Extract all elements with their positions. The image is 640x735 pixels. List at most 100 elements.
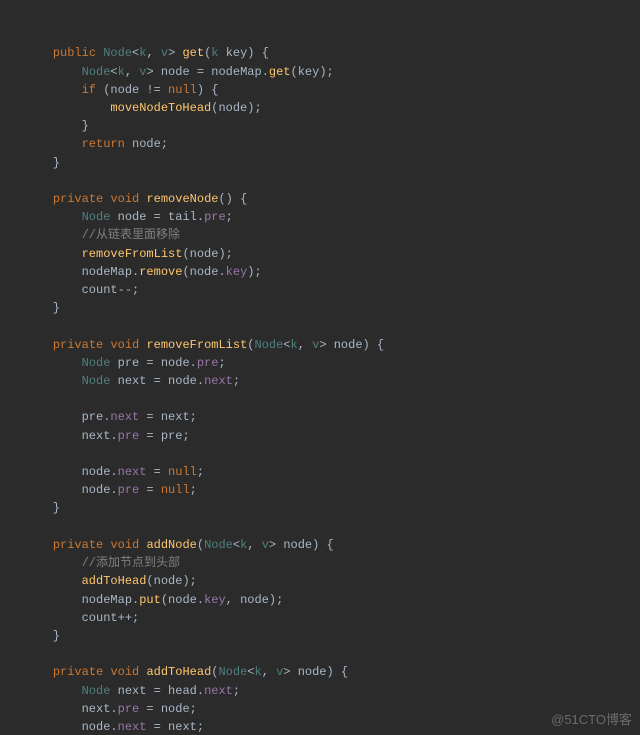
code-line: private void addToHead(Node<k, v> node) … — [24, 663, 640, 681]
token-id: key — [226, 46, 248, 60]
token-type: k — [139, 46, 146, 60]
token-id: nodeMap — [82, 265, 132, 279]
token-type: Node — [218, 665, 247, 679]
token-fn: removeNode — [146, 192, 218, 206]
token-var: pre — [204, 210, 226, 224]
token-id: pre — [161, 429, 183, 443]
code-body: public Node<k, v> get(k key) { Node<k, v… — [24, 44, 640, 735]
token-id: next — [82, 429, 111, 443]
token-id: next — [161, 410, 190, 424]
token-kw: null — [168, 83, 197, 97]
token-fn: get — [182, 46, 204, 60]
token-fn: removeFromList — [146, 338, 247, 352]
token-id: node — [161, 356, 190, 370]
token-id: node — [168, 593, 197, 607]
token-var: pre — [118, 429, 140, 443]
token-id: pre — [118, 356, 140, 370]
token-type: v — [312, 338, 319, 352]
token-id: node — [298, 665, 327, 679]
code-line: removeFromList(node); — [24, 245, 640, 263]
token-kw: null — [168, 465, 197, 479]
code-line: } — [24, 117, 640, 135]
token-id: node — [161, 65, 190, 79]
token-id: node — [161, 702, 190, 716]
code-line: next.pre = node; — [24, 700, 640, 718]
token-id: nodeMap — [82, 593, 132, 607]
token-id: node — [190, 265, 219, 279]
token-fn: moveNodeToHead — [110, 101, 211, 115]
token-type: Node — [82, 684, 111, 698]
code-line — [24, 518, 640, 536]
token-id: next — [82, 702, 111, 716]
token-type: Node — [82, 210, 111, 224]
token-var: next — [118, 465, 147, 479]
code-line — [24, 390, 640, 408]
token-kw: void — [110, 665, 139, 679]
token-fn: put — [139, 593, 161, 607]
token-kw: if — [82, 83, 96, 97]
token-fn: remove — [139, 265, 182, 279]
token-var: next — [204, 684, 233, 698]
code-line: } — [24, 499, 640, 517]
code-line: count++; — [24, 609, 640, 627]
token-type: k — [118, 65, 125, 79]
token-kw: private — [53, 192, 103, 206]
token-type: v — [161, 46, 168, 60]
token-type: v — [139, 65, 146, 79]
token-id: node — [240, 593, 269, 607]
token-type: k — [240, 538, 247, 552]
code-line: count--; — [24, 281, 640, 299]
token-type: Node — [204, 538, 233, 552]
code-line: private void removeFromList(Node<k, v> n… — [24, 336, 640, 354]
token-kw: public — [53, 46, 96, 60]
code-line: Node node = tail.pre; — [24, 208, 640, 226]
token-type: Node — [82, 374, 111, 388]
token-var: key — [226, 265, 248, 279]
token-id: nodeMap — [211, 65, 261, 79]
token-var: pre — [118, 702, 140, 716]
token-id: node — [334, 338, 363, 352]
token-var: next — [110, 410, 139, 424]
token-kw: void — [110, 192, 139, 206]
token-kw: private — [53, 538, 103, 552]
code-line: private void removeNode() { — [24, 190, 640, 208]
code-line: //从链表里面移除 — [24, 226, 640, 244]
code-line: pre.next = next; — [24, 408, 640, 426]
token-type: Node — [82, 65, 111, 79]
token-var: pre — [118, 483, 140, 497]
token-id: node — [168, 374, 197, 388]
token-id: key — [298, 65, 320, 79]
code-line — [24, 317, 640, 335]
token-type: k — [254, 665, 261, 679]
token-fn: addNode — [146, 538, 196, 552]
token-id: next — [118, 374, 147, 388]
token-id: node — [283, 538, 312, 552]
code-line: next.pre = pre; — [24, 427, 640, 445]
token-id: node — [218, 101, 247, 115]
token-type: Node — [254, 338, 283, 352]
token-fn: addToHead — [82, 574, 147, 588]
code-editor[interactable]: public Node<k, v> get(k key) { Node<k, v… — [0, 0, 640, 735]
code-line: node.next = null; — [24, 463, 640, 481]
token-cmt: //添加节点到头部 — [82, 556, 180, 570]
code-line: nodeMap.put(node.key, node); — [24, 591, 640, 609]
token-id: next — [118, 684, 147, 698]
code-line: moveNodeToHead(node); — [24, 99, 640, 117]
code-line: Node next = head.next; — [24, 682, 640, 700]
token-id: node — [110, 83, 139, 97]
code-line: //添加节点到头部 — [24, 554, 640, 572]
token-id: head — [168, 684, 197, 698]
token-var: next — [204, 374, 233, 388]
token-id: node — [82, 720, 111, 734]
token-id: node — [82, 483, 111, 497]
code-line: } — [24, 299, 640, 317]
token-kw: return — [82, 137, 125, 151]
token-kw: void — [110, 538, 139, 552]
token-fn: addToHead — [146, 665, 211, 679]
token-id: node — [118, 210, 147, 224]
code-line: return node; — [24, 135, 640, 153]
code-line: Node pre = node.pre; — [24, 354, 640, 372]
token-type: Node — [103, 46, 132, 60]
code-line — [24, 172, 640, 190]
token-id: next — [168, 720, 197, 734]
